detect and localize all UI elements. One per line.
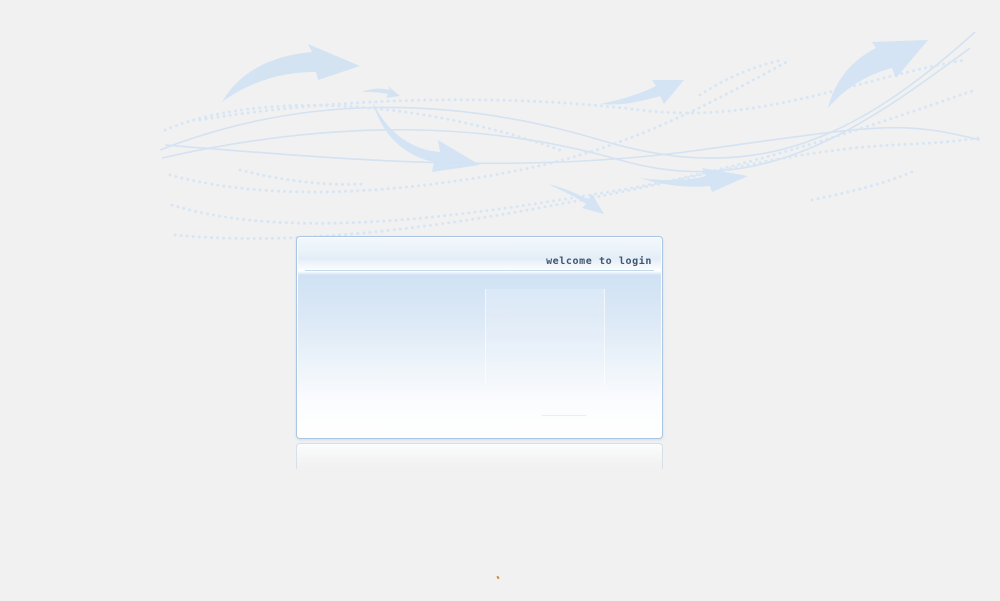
login-page: welcome to login xyxy=(0,0,1000,601)
decorative-background-swirls xyxy=(159,31,981,241)
login-panel: welcome to login xyxy=(296,236,663,439)
mouse-cursor-icon xyxy=(496,575,500,580)
login-panel-header: welcome to login xyxy=(305,237,654,271)
login-form-area xyxy=(485,289,605,385)
login-panel-reflection xyxy=(296,443,663,469)
welcome-title: welcome to login xyxy=(546,256,652,267)
login-form-divider xyxy=(542,415,586,416)
